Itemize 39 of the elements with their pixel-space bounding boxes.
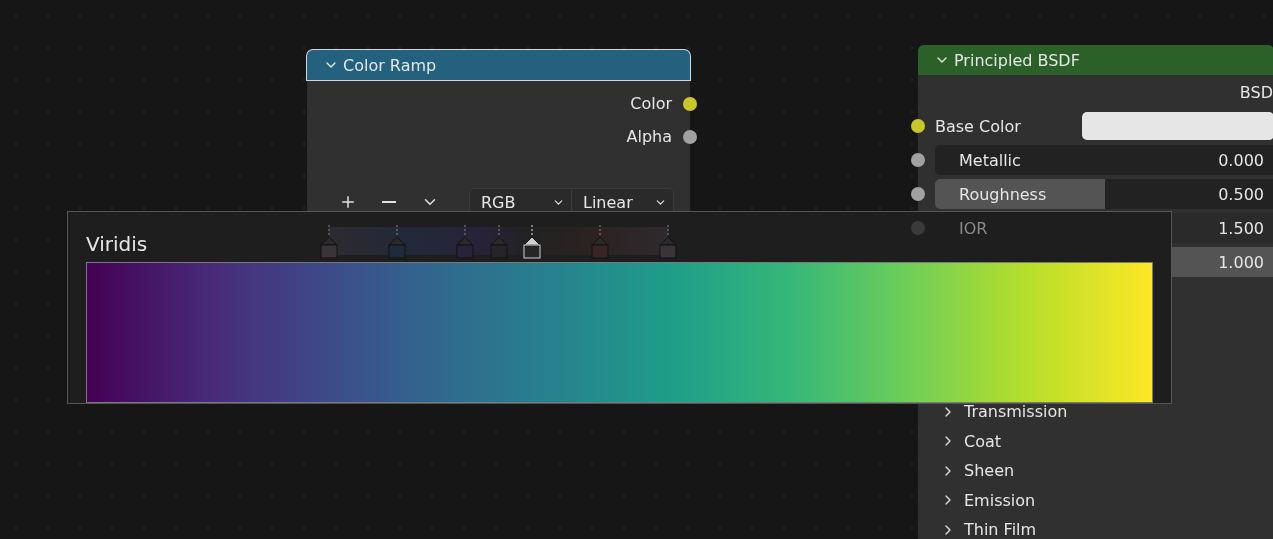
input-socket[interactable] [911,119,925,133]
ramp-stop-handle[interactable] [489,225,508,259]
field-value: 1.500 [1218,218,1264,238]
field-label: Metallic [959,150,1021,170]
panel-label: Sheen [964,461,1015,481]
tooltip-title: Viridis [86,232,148,256]
ramp-stop-handle[interactable] [591,225,610,259]
ramp-stop-handle[interactable] [387,225,406,259]
field-value: 1.000 [1218,252,1264,272]
minus-icon [381,201,396,203]
ramp-stop-handle[interactable] [455,225,474,259]
panel-label: Thin Film [964,520,1037,539]
node-title: Color Ramp [343,55,437,75]
node-header[interactable]: Principled BSDF [918,45,1273,75]
input-label: Base Color [935,116,1022,136]
output-label: Color [630,94,672,113]
field-value: 0.500 [1218,184,1264,204]
value-slider[interactable]: Roughness 0.500 [935,179,1273,209]
panel-label: Transmission [964,402,1068,422]
ramp-stop-handle[interactable] [659,225,677,259]
panel-header[interactable]: Thin Film [918,515,1273,539]
node-header[interactable]: Color Ramp [307,50,690,80]
field-label: Roughness [959,184,1047,204]
output-label: BSD [1239,82,1273,102]
field-label: IOR [959,218,988,238]
input-socket[interactable] [911,187,925,201]
node-title: Principled BSDF [954,50,1080,70]
input-socket[interactable] [911,153,925,167]
panel-label: Coat [964,431,1002,451]
ramp-stop-handle[interactable] [320,225,338,259]
panel-header[interactable]: Sheen [918,456,1273,486]
panel-header[interactable]: Emission [918,485,1273,515]
panel-label: Emission [964,490,1036,510]
ramp-stop-handle[interactable] [523,225,542,259]
panel-header[interactable]: Coat [918,426,1273,456]
color-swatch[interactable] [1082,112,1273,140]
value-slider[interactable]: Metallic 0.000 [935,145,1273,175]
output-label: Alpha [626,127,672,146]
field-value: 0.000 [1218,150,1264,170]
